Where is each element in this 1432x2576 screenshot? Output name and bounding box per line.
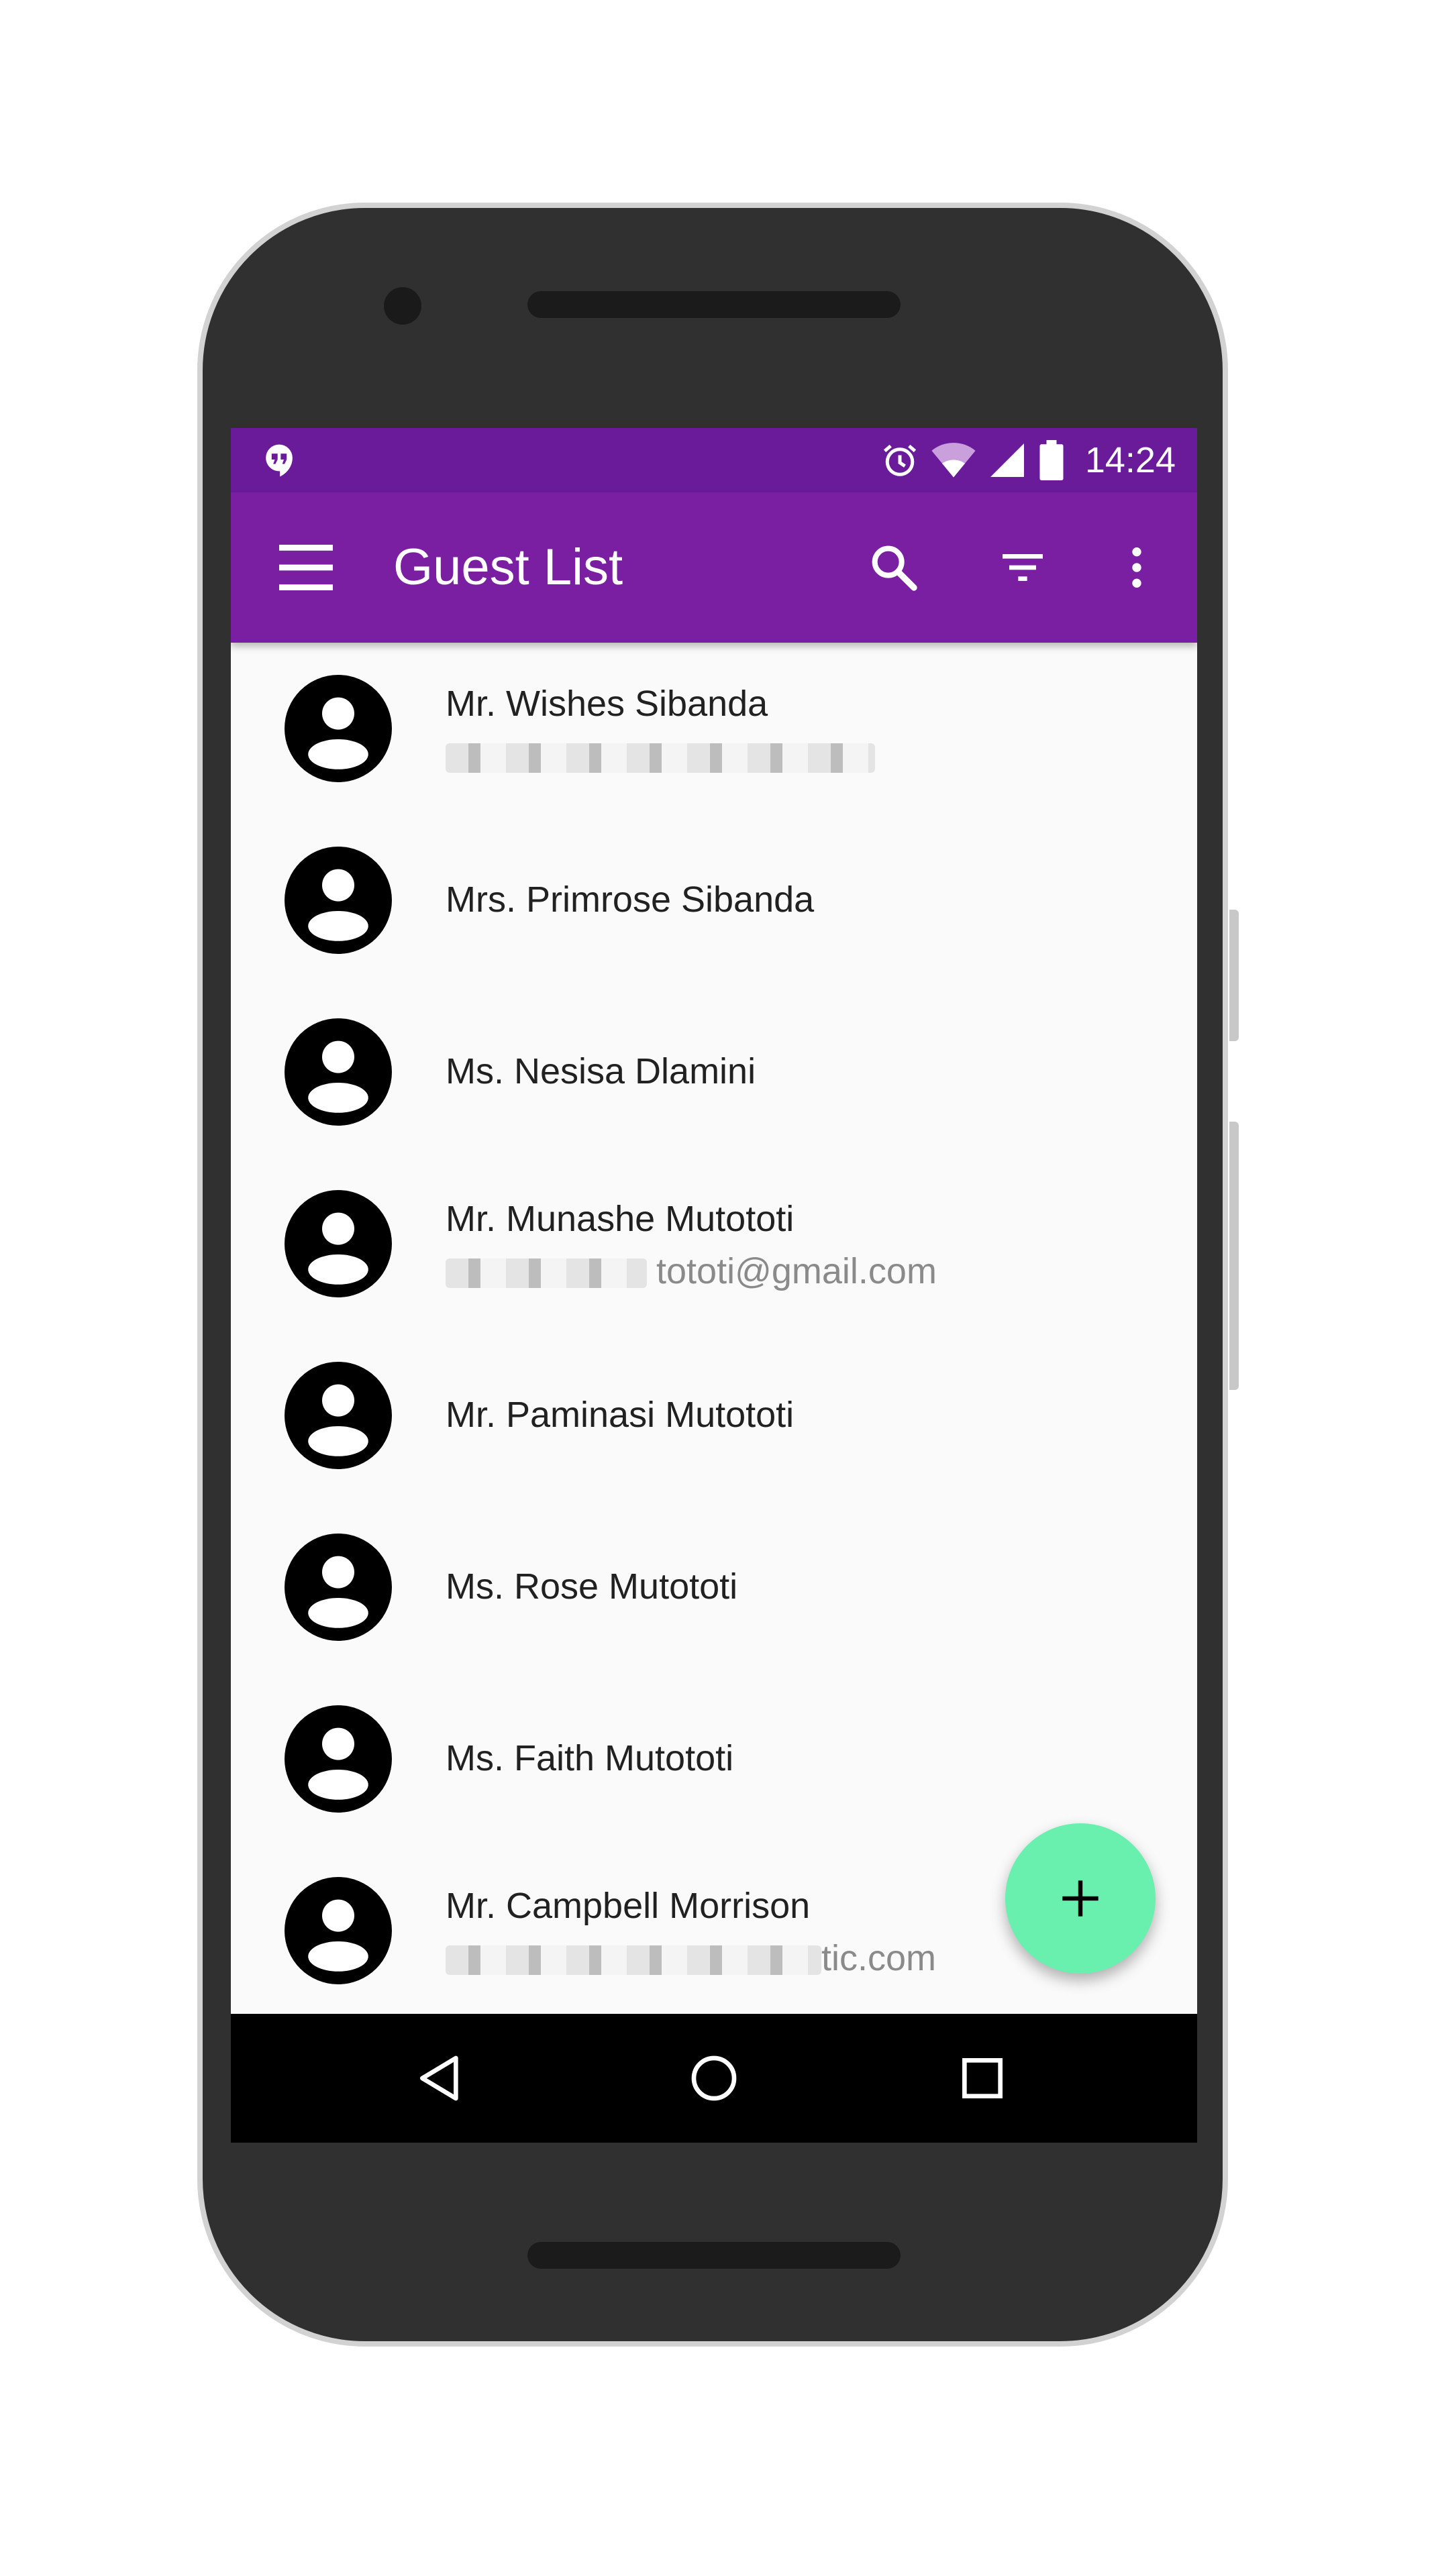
front-camera — [384, 287, 421, 325]
wifi-icon — [931, 443, 976, 478]
account-circle-icon — [285, 1190, 392, 1297]
list-item[interactable]: Ms. Rose Mutototi — [231, 1501, 1197, 1673]
account-circle-icon — [285, 1018, 392, 1126]
screen: 14:24 Guest List Mr. Wishes Sibanda Mrs.… — [231, 428, 1197, 2143]
search-icon[interactable] — [867, 541, 921, 594]
clock-time: 14:24 — [1084, 440, 1176, 480]
add-icon — [1062, 1880, 1098, 1917]
guest-name: Ms. Faith Mutototi — [446, 1738, 734, 1778]
app-bar: Guest List — [231, 492, 1197, 643]
signal-icon — [990, 443, 1024, 477]
power-button — [1229, 910, 1239, 1041]
top-speaker — [527, 291, 901, 318]
volume-button — [1229, 1122, 1239, 1390]
guest-name: Ms. Rose Mutototi — [446, 1566, 738, 1607]
battery-icon — [1039, 440, 1064, 480]
account-circle-icon — [285, 1705, 392, 1813]
filter-icon[interactable] — [996, 541, 1050, 594]
guest-name: Ms. Nesisa Dlamini — [446, 1051, 756, 1091]
list-item[interactable]: Ms. Nesisa Dlamini — [231, 986, 1197, 1158]
account-circle-icon — [285, 1877, 392, 1984]
redacted-email — [446, 1258, 647, 1288]
guest-name: Mr. Munashe Mutototi — [446, 1199, 795, 1239]
account-circle-icon — [285, 1534, 392, 1641]
list-item[interactable]: Mr. Paminasi Mutototi — [231, 1330, 1197, 1501]
list-item[interactable]: Ms. Faith Mutototi — [231, 1673, 1197, 1845]
guest-list: Mr. Wishes Sibanda Mrs. Primrose Sibanda… — [231, 643, 1197, 2017]
bottom-speaker — [527, 2242, 901, 2269]
account-circle-icon — [285, 847, 392, 954]
account-circle-icon — [285, 1362, 392, 1469]
menu-icon[interactable] — [279, 545, 333, 590]
redacted-email — [446, 1945, 821, 1975]
status-icons: 14:24 — [880, 428, 1176, 492]
recents-icon[interactable] — [956, 2051, 1009, 2105]
guest-name: Mr. Campbell Morrison — [446, 1886, 811, 1926]
home-icon[interactable] — [687, 2051, 741, 2105]
list-item[interactable]: Mr. Wishes Sibanda — [231, 643, 1197, 814]
alarm-icon — [883, 444, 916, 476]
page-title: Guest List — [393, 539, 623, 596]
guest-email: tic.com — [821, 1938, 937, 1978]
more-vert-icon[interactable] — [1110, 541, 1164, 594]
hangouts-icon — [266, 444, 293, 477]
list-item[interactable]: Mrs. Primrose Sibanda — [231, 814, 1197, 986]
list-item[interactable]: Mr. Munashe Mutototi tototi@gmail.com — [231, 1158, 1197, 1330]
redacted-email — [446, 743, 875, 773]
guest-email: tototi@gmail.com — [656, 1251, 937, 1291]
back-icon[interactable] — [413, 2051, 467, 2105]
guest-name: Mr. Paminasi Mutototi — [446, 1395, 795, 1435]
account-circle-icon — [285, 675, 392, 782]
status-bar: 14:24 — [231, 428, 1197, 492]
guest-name: Mrs. Primrose Sibanda — [446, 879, 815, 920]
add-guest-button[interactable] — [1005, 1823, 1156, 1974]
system-nav-bar — [231, 2014, 1197, 2143]
guest-name: Mr. Wishes Sibanda — [446, 684, 768, 724]
